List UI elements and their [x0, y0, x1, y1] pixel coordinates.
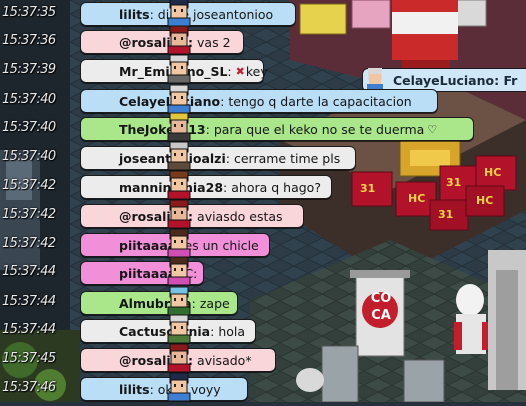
- chat-line: 15:37:44 Almubruja: zape: [0, 286, 526, 316]
- chat-bubble[interactable]: TheJokers13: para que el keko no se te du…: [80, 112, 474, 142]
- chat-line: 15:37:40 joseantonioalzi:cerrame time pls: [0, 141, 526, 171]
- chat-timestamp: 15:37:36: [2, 33, 56, 48]
- chat-message: tengo q darte la capacitacion: [228, 93, 412, 109]
- avatar-head-icon[interactable]: [163, 110, 195, 142]
- chat-bubble[interactable]: piitaaaa:C:: [80, 256, 204, 286]
- chat-separator: :: [149, 6, 154, 22]
- chat-message: zape: [199, 295, 230, 311]
- chat-bubble[interactable]: CelayeLuciano: tengo q darte la capacitac…: [80, 84, 438, 114]
- chat-bubble[interactable]: lilits: okeii voyy: [80, 372, 248, 402]
- badge-icon: ✖: [235, 64, 245, 78]
- chat-username[interactable]: lilits: [119, 7, 150, 22]
- chat-message: cerrame time pls: [233, 150, 341, 166]
- avatar-head-icon[interactable]: [163, 168, 195, 200]
- heart-icon: ♡: [427, 122, 438, 136]
- chat-timestamp: 15:37:45: [2, 351, 56, 366]
- avatar-head-icon[interactable]: [163, 254, 195, 286]
- avatar-head-icon[interactable]: [163, 197, 195, 229]
- avatar-head-icon[interactable]: [163, 341, 195, 373]
- chat-line: 15:37:44 Cactuscornia: hola: [0, 314, 526, 344]
- chat-bubble[interactable]: Almubruja: zape: [80, 286, 238, 316]
- chat-message: es un chicle: [184, 237, 259, 253]
- chat-bubble[interactable]: Mr_Emiliano_SL:✖key: [80, 54, 268, 84]
- chat-separator: :: [223, 179, 228, 195]
- chat-line: 15:37:46 lilits: okeii voyy: [0, 372, 526, 402]
- avatar-head-icon[interactable]: [163, 23, 195, 55]
- chat-message: para que el keko no se te duerma: [213, 121, 425, 137]
- chat-separator: :: [149, 381, 154, 397]
- chat-message: aviasdo estas: [197, 208, 283, 224]
- chat-timestamp: 15:37:44: [2, 264, 56, 279]
- avatar-head-icon[interactable]: [163, 52, 195, 84]
- chat-separator: :: [227, 63, 232, 79]
- chat-timestamp: 15:37:39: [2, 62, 56, 77]
- chat-timestamp: 15:37:44: [2, 294, 56, 309]
- chat-message: vas 2: [197, 34, 231, 50]
- chat-separator: :: [210, 323, 215, 339]
- chat-bubble[interactable]: manninamia28:ahora q hago?: [80, 170, 332, 200]
- chat-timestamp: 15:37:40: [2, 149, 56, 164]
- chat-line: 15:37:45 @rosalina: avisado*: [0, 343, 526, 373]
- chat-line: 15:37:42piitaaaa:es un chicle: [0, 228, 526, 258]
- chat-line: 15:37:39 Mr_Emiliano_SL:✖key: [0, 54, 526, 84]
- chat-bubble[interactable]: @rosalina: vas 2: [80, 25, 244, 55]
- chat-timestamp: 15:37:42: [2, 207, 56, 222]
- avatar-head-icon[interactable]: [163, 312, 195, 344]
- chat-timestamp: 15:37:40: [2, 120, 56, 135]
- chat-line: 15:37:35 lilits: dime joseantonioo: [0, 0, 526, 27]
- chat-bubble[interactable]: @rosalina: avisado*: [80, 343, 276, 373]
- chat-timestamp: 15:37:35: [2, 5, 56, 20]
- chat-username[interactable]: lilits: [119, 382, 150, 397]
- chat-line: 15:37:42 manninamia28:ahora q hago?: [0, 170, 526, 200]
- chat-line: 15:37:42 @rosalina: aviasdo estas: [0, 199, 526, 229]
- chat-separator: :: [205, 121, 210, 137]
- chat-message: ahora q hago?: [231, 179, 321, 195]
- chat-timestamp: 15:37:46: [2, 380, 56, 395]
- chat-timestamp: 15:37:42: [2, 178, 56, 193]
- chat-bubble[interactable]: @rosalina: aviasdo estas: [80, 199, 304, 229]
- chat-line: 15:37:40 CelayeLuciano: tengo q darte la c…: [0, 84, 526, 114]
- avatar-head-icon[interactable]: [163, 139, 195, 171]
- chat-timestamp: 15:37:40: [2, 92, 56, 107]
- chat-line: 15:37:36 @rosalina: vas 2: [0, 25, 526, 55]
- avatar-head-icon[interactable]: [163, 370, 195, 402]
- chat-separator: :: [220, 93, 225, 109]
- chat-bubble[interactable]: joseantonioalzi:cerrame time pls: [80, 141, 356, 171]
- chat-separator: :: [225, 150, 230, 166]
- chat-line: 15:37:44 piitaaaa:C:: [0, 256, 526, 286]
- chat-message: hola: [218, 323, 246, 339]
- chat-line: 15:37:40 TheJokers13: para que el keko no …: [0, 112, 526, 142]
- chat-message: avisado*: [197, 352, 252, 368]
- chat-message: key: [245, 63, 268, 79]
- chat-timestamp: 15:37:42: [2, 236, 56, 251]
- chat-bubble[interactable]: Cactuscornia: hola: [80, 314, 256, 344]
- chat-timestamp: 15:37:44: [2, 322, 56, 337]
